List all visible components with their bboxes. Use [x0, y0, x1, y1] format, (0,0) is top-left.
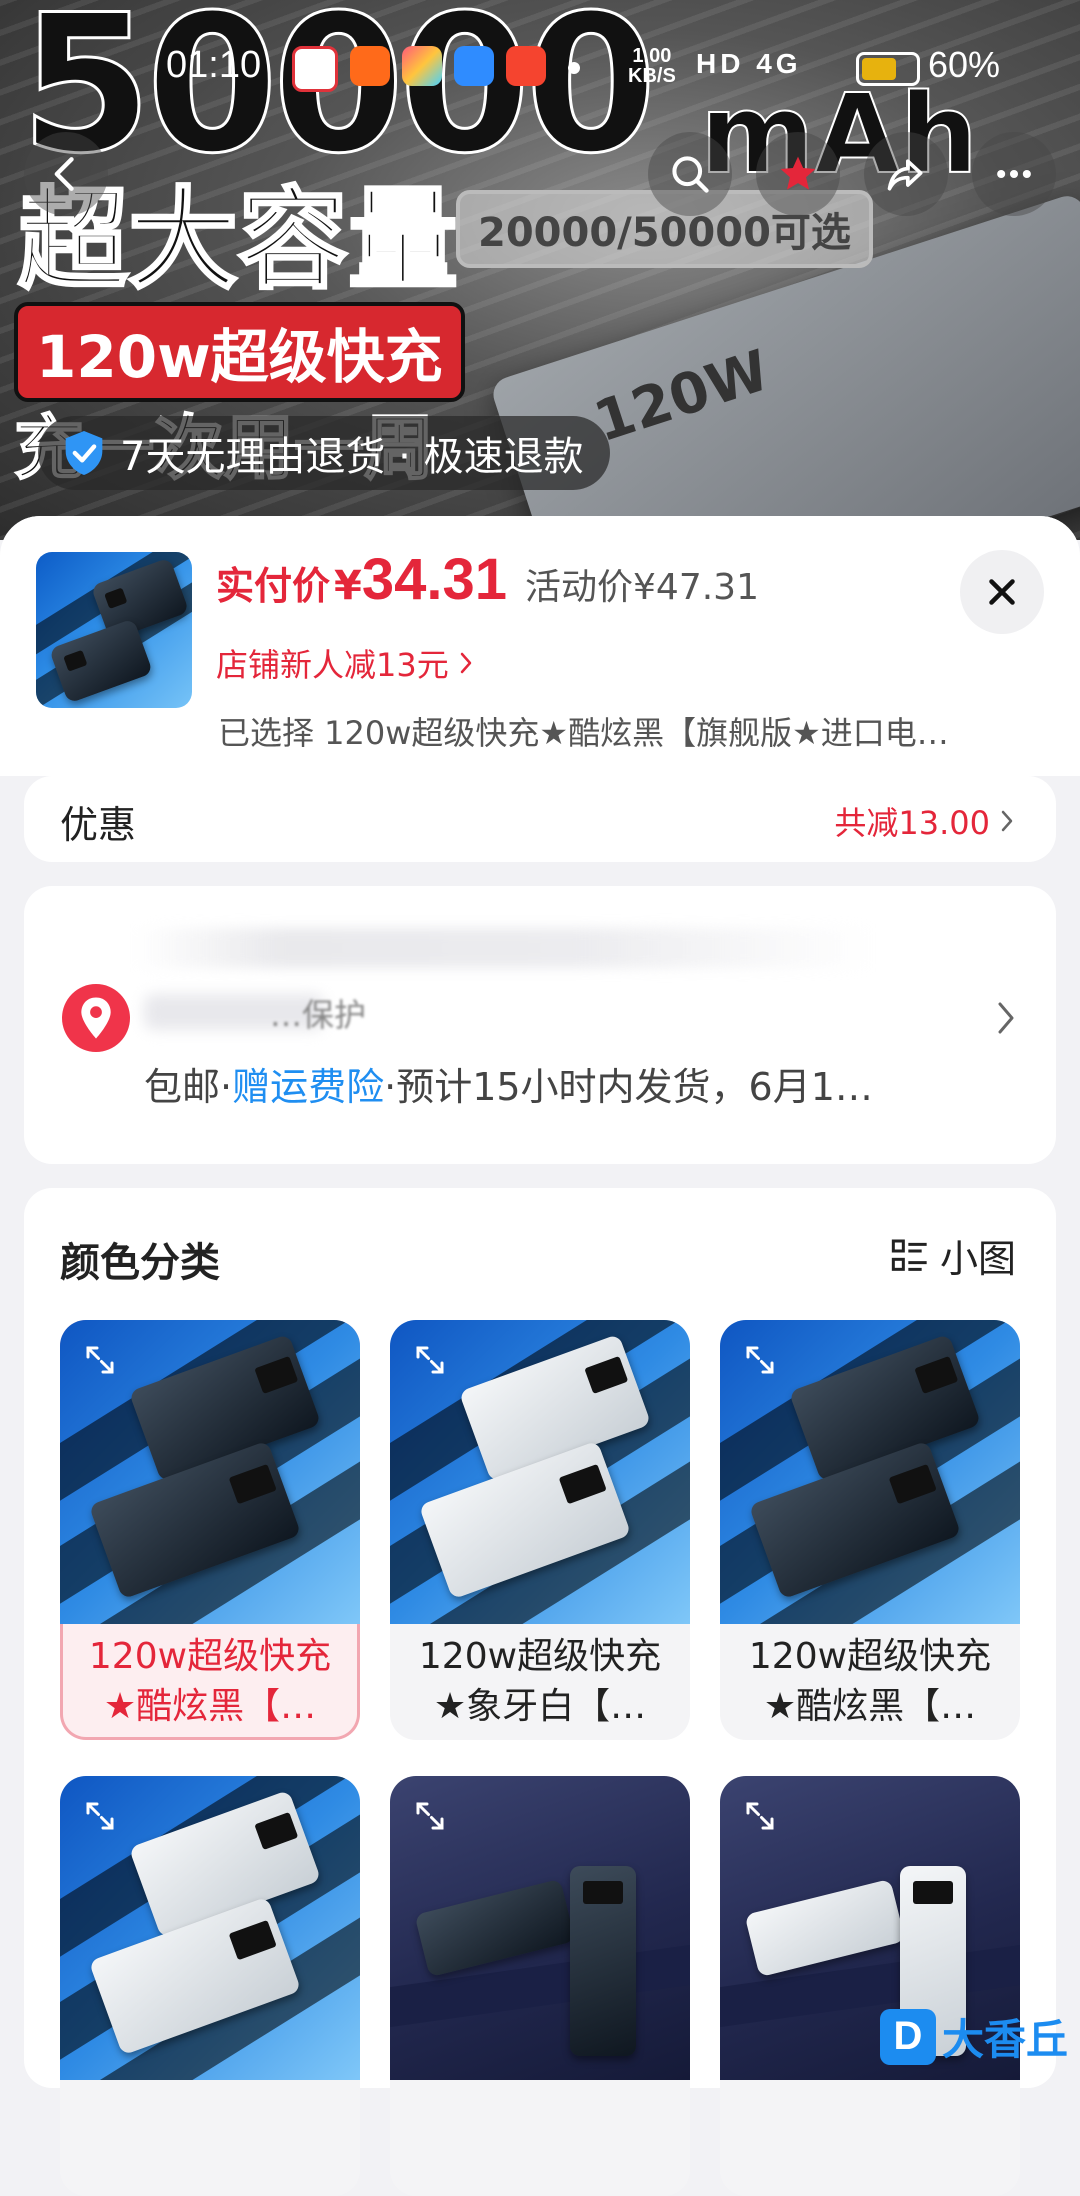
weather-app-icon: [454, 46, 494, 86]
shipping-insurance-link[interactable]: 赠运费险: [232, 1065, 384, 1109]
color-option[interactable]: [720, 1776, 1020, 2196]
color-option-label: 120w超级快充 ★酷炫黑【…: [748, 1636, 992, 1727]
color-option-image: [60, 1776, 360, 2080]
watermark-text: 大香丘: [942, 2015, 1069, 2064]
list-view-icon: [891, 1239, 927, 1271]
promo-text: 店铺新人减13元: [216, 646, 449, 684]
discount-value: 共减13.00: [834, 798, 1016, 844]
discount-row[interactable]: 优惠 共减13.00: [24, 776, 1056, 862]
address-card[interactable]: …保护 包邮·赠运费险·预计15小时内发货，6月1…: [24, 886, 1056, 1164]
expand-icon[interactable]: [412, 1798, 448, 1834]
color-section-title: 颜色分类: [60, 1240, 220, 1286]
color-option-image: [390, 1776, 690, 2080]
product-summary: 实付价 ¥ 34.31 活动价¥47.31 店铺新人减13元 已选择 120w超…: [0, 516, 1080, 776]
back-arrow-icon: [54, 157, 74, 191]
location-pin-icon: [62, 984, 130, 1052]
price-row: 实付价 ¥ 34.31 活动价¥47.31: [216, 546, 759, 613]
view-mode-label: 小图: [939, 1237, 1016, 1281]
video-app-icon: [350, 46, 390, 86]
color-option[interactable]: [390, 1776, 690, 2196]
selected-variant: 已选择 120w超级快充★酷炫黑【旗舰版★进口电…: [218, 714, 949, 752]
color-option-image: [60, 1320, 360, 1624]
notification-icons: [292, 46, 546, 92]
expand-icon[interactable]: [82, 1798, 118, 1834]
status-time: 01:10: [166, 44, 262, 86]
shipping-info: 包邮·赠运费险·预计15小时内发货，6月1…: [144, 1065, 873, 1109]
search-button[interactable]: [648, 132, 732, 216]
address-line-redacted: [134, 928, 874, 968]
delivery-estimate: ·预计15小时内发货，6月1…: [384, 1065, 873, 1109]
color-option-image: [390, 1320, 690, 1624]
hero-fast-charge: 120w超级快充: [14, 302, 465, 402]
device-label: 120W: [586, 338, 777, 456]
price-label: 实付价: [216, 564, 331, 608]
favorite-button[interactable]: [756, 132, 840, 216]
shield-check-icon: [65, 431, 103, 475]
return-policy-badge: 7天无理由退货 · 极速退款: [38, 416, 610, 490]
color-option[interactable]: 120w超级快充 ★酷炫黑【…: [60, 1320, 360, 1740]
expand-icon[interactable]: [82, 1342, 118, 1378]
expand-icon[interactable]: [742, 1798, 778, 1834]
network-speed: 1.00 KB/S: [628, 45, 676, 87]
search-icon: [672, 156, 709, 193]
gallery-app-icon: [402, 46, 442, 86]
color-option[interactable]: [60, 1776, 360, 2196]
battery-icon: [856, 52, 920, 86]
return-policy-text: 7天无理由退货 · 极速退款: [120, 434, 584, 480]
sku-selector-sheet: 实付价 ¥ 34.31 活动价¥47.31 店铺新人减13元 已选择 120w超…: [0, 516, 1080, 2196]
close-button[interactable]: [960, 550, 1044, 634]
expand-icon[interactable]: [742, 1342, 778, 1378]
color-option-image: [720, 1320, 1020, 1624]
more-dots-icon: [997, 169, 1031, 179]
status-bar: 01:10 1.00 KB/S HD 4G 60%: [0, 40, 1080, 100]
color-option[interactable]: 120w超级快充 ★酷炫黑【…: [720, 1320, 1020, 1740]
shopping-app-icon: [292, 46, 338, 92]
player-app-icon: [506, 46, 546, 86]
share-button[interactable]: [864, 132, 948, 216]
currency-symbol: ¥: [334, 563, 362, 609]
chevron-right-icon: [1001, 810, 1013, 832]
watermark-logo: D: [880, 2008, 936, 2065]
notification-dot: [568, 62, 580, 74]
color-option[interactable]: 120w超级快充 ★象牙白【…: [390, 1320, 690, 1740]
star-icon: [780, 156, 816, 190]
color-option-label: 120w超级快充 ★象牙白【…: [418, 1636, 662, 1727]
close-icon: [989, 579, 1015, 605]
discount-amount: 共减13.00: [834, 804, 990, 842]
view-mode-toggle[interactable]: 小图: [890, 1228, 1016, 1283]
product-thumbnail[interactable]: [36, 552, 192, 708]
signal-icons: HD 4G: [696, 48, 802, 79]
color-option-label: 120w超级快充 ★酷炫黑【…: [88, 1636, 332, 1727]
address-partial-text: …保护: [270, 996, 367, 1034]
activity-price: 活动价¥47.31: [525, 567, 759, 608]
new-customer-promo[interactable]: 店铺新人减13元: [216, 640, 475, 686]
chevron-right-icon: [998, 1002, 1014, 1034]
more-button[interactable]: [972, 132, 1056, 216]
final-price: 34.31: [361, 547, 508, 612]
chevron-right-icon: [460, 652, 471, 674]
color-selector: 颜色分类 小图 120w超级快充★酷炫黑【… 120w超级快充★象牙白【…: [24, 1188, 1056, 2196]
battery-percent: 60%: [928, 44, 1001, 85]
watermark: D 大香丘: [880, 2000, 1080, 2073]
discount-title: 优惠: [60, 803, 137, 847]
free-shipping: 包邮: [144, 1065, 221, 1109]
expand-icon[interactable]: [412, 1342, 448, 1378]
back-button[interactable]: [24, 132, 108, 216]
share-icon: [887, 159, 923, 191]
